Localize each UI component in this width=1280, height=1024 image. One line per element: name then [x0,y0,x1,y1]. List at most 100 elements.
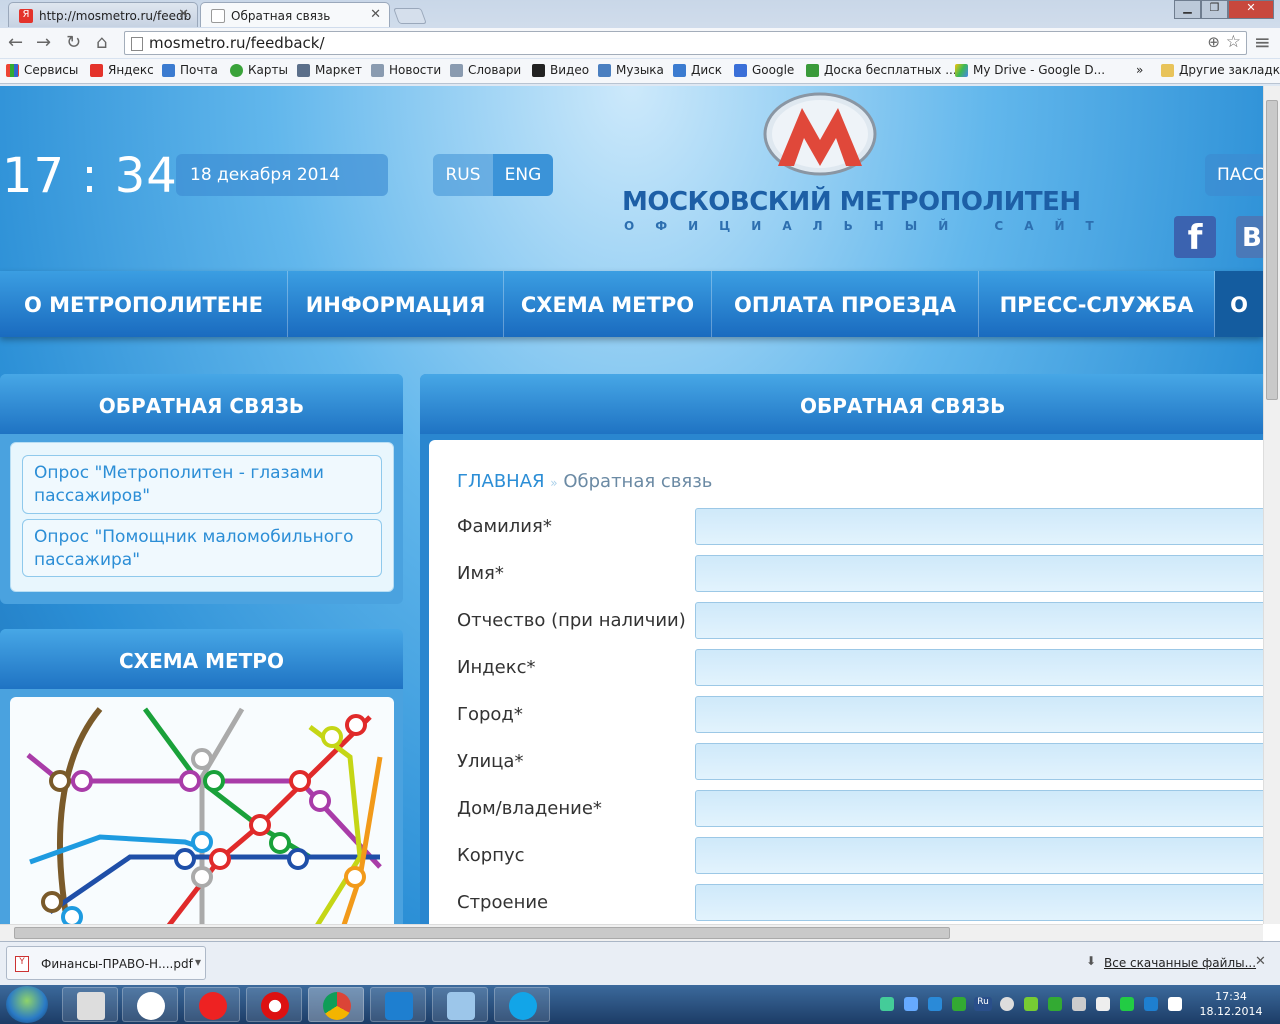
minimize-icon[interactable]: ▁ [1174,0,1201,19]
postcode-input[interactable] [695,649,1263,686]
flag-icon[interactable] [1168,997,1182,1011]
menu-press-service[interactable]: ПРЕСС-СЛУЖБА [979,271,1215,337]
network-icon[interactable] [1096,997,1110,1011]
bookmark-market[interactable]: Маркет [297,63,362,77]
taskbar-app-chrome[interactable] [308,987,364,1022]
taskbar-app-skype[interactable] [494,987,550,1022]
vk-icon[interactable]: B [1236,216,1263,258]
bookmark-maps[interactable]: Карты [230,63,288,77]
bookmarks-overflow[interactable]: » [1120,63,1143,77]
logo-title: МОСКОВСКИЙ МЕТРОПОЛИТЕН [622,187,1081,217]
taskbar-app-notes[interactable] [62,987,118,1022]
lang-eng-button[interactable]: ENG [493,154,553,196]
patronymic-input[interactable] [695,602,1263,639]
download-item[interactable]: Y Финансы-ПРАВО-Н....pdf ▾ [6,946,206,980]
tray-icon[interactable] [1024,997,1038,1011]
logo-subtitle: ОФИЦИАЛЬНЫЙ САЙТ [624,219,1115,233]
bookmark-services[interactable]: Сервисы [6,63,78,77]
last-name-input[interactable] [695,508,1263,545]
horizontal-scroll-thumb[interactable] [14,927,950,939]
taskbar-app-mosmetro[interactable] [370,987,426,1022]
lang-rus-button[interactable]: RUS [433,154,493,196]
tray-icon[interactable] [928,997,942,1011]
passenger-button[interactable]: ПАСС [1205,154,1263,196]
bookmark-mail[interactable]: Почта [162,63,218,77]
taskbar-app-sound[interactable] [432,987,488,1022]
bookmark-other[interactable]: Другие закладки [1161,63,1280,77]
menu-icon[interactable]: ≡ [1254,30,1271,54]
metro-map-thumbnail[interactable] [10,697,394,924]
first-name-input[interactable] [695,555,1263,592]
zoom-icon[interactable]: ⊕ [1207,33,1220,51]
bookmark-yandex[interactable]: Яндекс [90,63,154,77]
main-menu: О МЕТРОПОЛИТЕНЕ ИНФОРМАЦИЯ СХЕМА МЕТРО О… [0,271,1263,337]
address-bar[interactable]: mosmetro.ru/feedback/ ⊕ ☆ [124,31,1247,55]
sidebar-title: ОБРАТНАЯ СВЯЗЬ [0,374,403,434]
menu-about[interactable]: О МЕТРОПОЛИТЕНЕ [0,271,288,337]
menu-fare-payment[interactable]: ОПЛАТА ПРОЕЗДА [712,271,979,337]
dictionary-icon [450,64,463,77]
horizontal-scrollbar[interactable] [0,924,1263,941]
back-icon[interactable]: ← [8,32,23,53]
menu-metro-map[interactable]: СХЕМА МЕТРО [504,271,712,337]
vertical-scrollbar[interactable] [1263,86,1280,924]
keyboard-layout-icon[interactable]: Ru [974,997,992,1011]
tray-icon[interactable] [952,997,966,1011]
tray-icon[interactable] [1048,997,1062,1011]
show-all-downloads-link[interactable]: Все скачанные файлы... [1104,956,1256,970]
house-input[interactable] [695,790,1263,827]
structure-input[interactable] [695,884,1263,921]
menu-information[interactable]: ИНФОРМАЦИЯ [288,271,504,337]
reload-icon[interactable]: ↻ [66,32,81,53]
tab-feedback[interactable]: Обратная связь ✕ [200,2,390,27]
bookmark-news[interactable]: Новости [371,63,441,77]
bookmark-board[interactable]: Доска бесплатных ... [806,63,957,77]
close-tab-icon[interactable]: ✕ [370,7,381,22]
poll-link[interactable]: Опрос "Метрополитен - глазами пассажиров… [22,455,382,514]
feedback-sidebar: ОБРАТНАЯ СВЯЗЬ Опрос "Метрополитен - гла… [0,374,403,604]
download-arrow-icon: ⬇ [1086,954,1097,968]
metro-logo-icon[interactable] [762,92,878,176]
city-input[interactable] [695,696,1263,733]
street-input[interactable] [695,743,1263,780]
bookmarks-bar: Сервисы Яндекс Почта Карты Маркет Новост… [0,59,1280,84]
chrome-icon [323,992,351,1020]
bookmark-google[interactable]: Google [734,63,794,77]
bookmark-disk[interactable]: Диск [673,63,722,77]
bookmark-video[interactable]: Видео [532,63,589,77]
tray-icon[interactable] [1144,997,1158,1011]
tray-icon[interactable] [1000,997,1014,1011]
maximize-icon[interactable]: ❐ [1201,0,1228,19]
menu-more[interactable]: О [1215,271,1263,337]
bookmark-drive[interactable]: My Drive - Google D... [955,63,1105,77]
volume-icon[interactable] [1072,997,1086,1011]
star-icon[interactable]: ☆ [1226,32,1241,52]
new-tab-button[interactable] [393,8,427,24]
tray-icon[interactable] [1120,997,1134,1011]
close-tab-icon[interactable]: ✕ [178,7,189,22]
poll-link[interactable]: Опрос "Помощник маломобильного пассажира… [22,519,382,577]
pdf-file-icon: Y [15,956,29,972]
system-clock[interactable]: 17:34 18.12.2014 [1196,989,1266,1019]
taskbar-app-opera[interactable] [246,987,302,1022]
facebook-icon[interactable]: f [1174,216,1216,258]
download-filename: Финансы-ПРАВО-Н....pdf [41,957,193,971]
download-menu-icon[interactable]: ▾ [195,955,201,969]
tray-icon[interactable] [904,997,918,1011]
start-button[interactable] [6,986,48,1023]
forward-icon[interactable]: → [36,32,51,53]
label-postcode: Индекс* [457,657,536,678]
tray-icon[interactable] [880,997,894,1011]
taskbar-app-yandex[interactable] [122,987,178,1022]
vertical-scroll-thumb[interactable] [1266,100,1278,400]
breadcrumb-home[interactable]: ГЛАВНАЯ [457,471,545,492]
bookmark-dictionaries[interactable]: Словари [450,63,521,77]
bookmark-music[interactable]: Музыка [598,63,664,77]
home-icon[interactable]: ⌂ [96,32,107,53]
close-window-icon[interactable]: ✕ [1228,0,1274,19]
close-downloads-icon[interactable]: ✕ [1255,954,1266,969]
tab-mosmetro[interactable]: Я http://mosmetro.ru/feedb ✕ [8,2,198,27]
taskbar-app-yandex-browser[interactable] [184,987,240,1022]
building-input[interactable] [695,837,1263,874]
system-time: 17:34 [1215,990,1247,1003]
